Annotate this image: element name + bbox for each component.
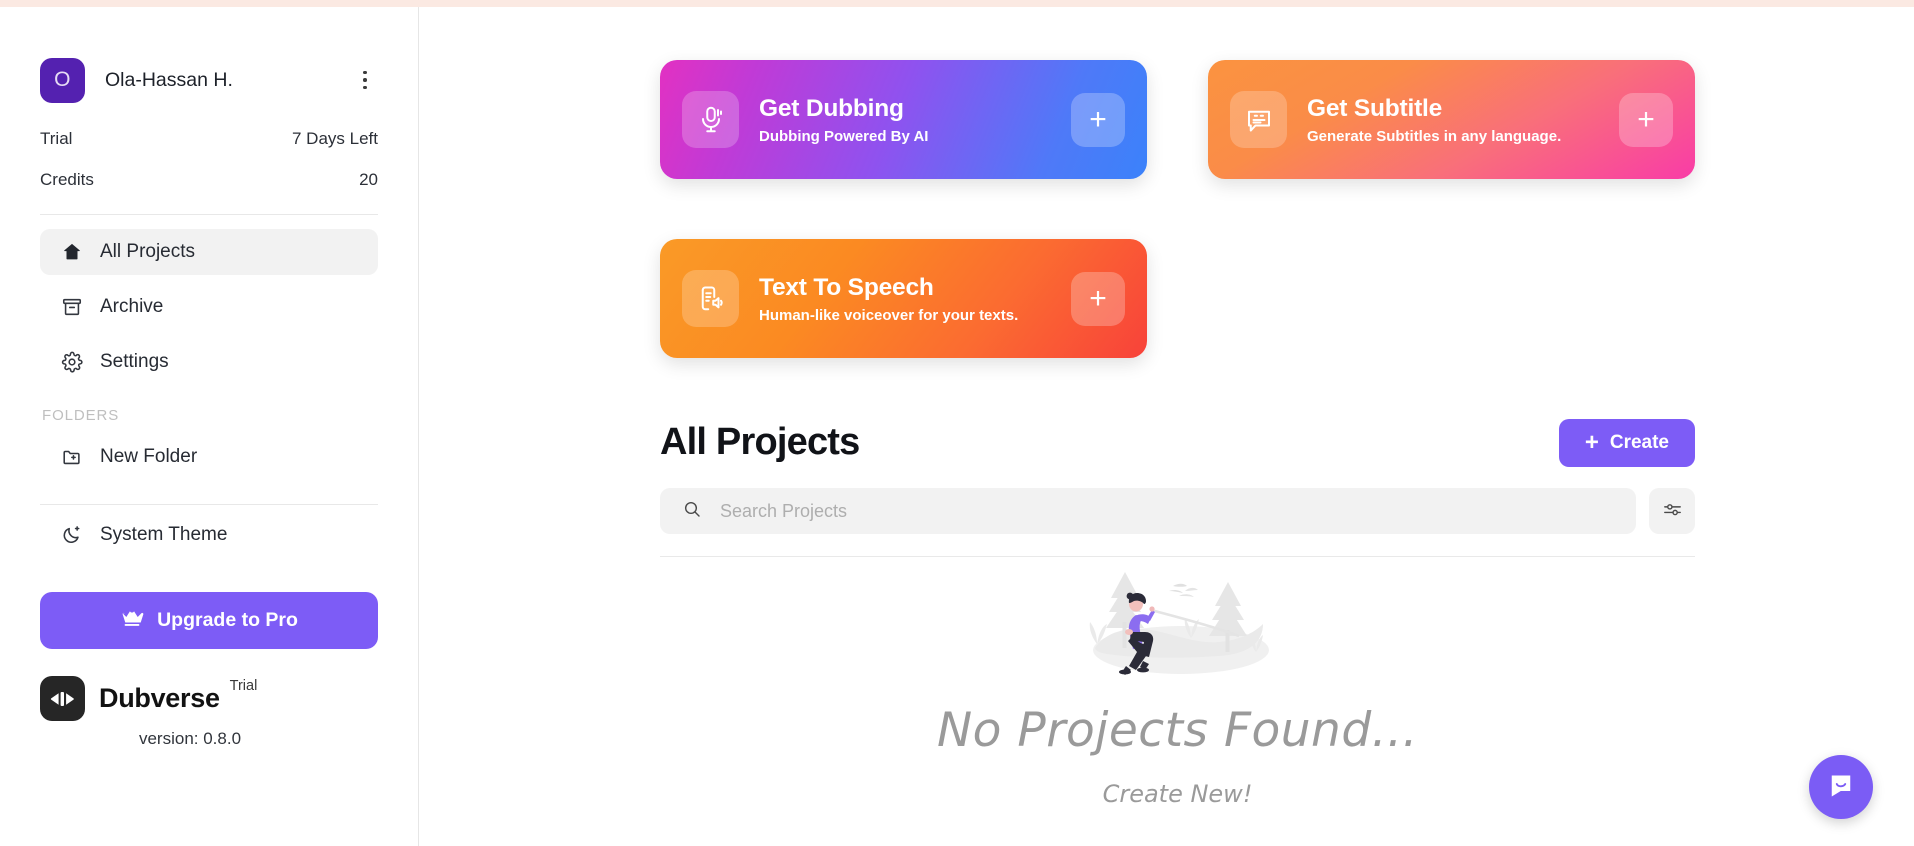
plan-label: Trial	[40, 129, 73, 148]
action-cards-row-2: Text To Speech Human-like voiceover for …	[660, 239, 1695, 358]
brand-trial-badge: Trial	[229, 678, 258, 694]
search-box[interactable]	[660, 488, 1636, 534]
intercom-chat-button[interactable]	[1809, 755, 1873, 819]
create-button-label: Create	[1609, 431, 1669, 453]
moon-icon	[60, 523, 84, 547]
search-row	[660, 488, 1695, 534]
brand-name: Dubverse	[99, 683, 220, 713]
empty-state-title: No Projects Found...	[937, 703, 1418, 758]
plan-row: Trial 7 Days Left	[40, 129, 378, 149]
person-on-swing-illustration	[1073, 560, 1283, 675]
get-dubbing-add-button[interactable]: +	[1071, 92, 1125, 147]
projects-header: All Projects + Create	[660, 415, 1695, 470]
main-content: Get Dubbing Dubbing Powered By AI + Get …	[419, 0, 1914, 846]
sidebar: O Ola-Hassan H. Trial 7 Days Left Credit…	[0, 0, 419, 846]
top-accent-strip	[0, 0, 1914, 7]
get-subtitle-card[interactable]: Get Subtitle Generate Subtitles in any l…	[1208, 60, 1695, 179]
intercom-chat-icon	[1826, 770, 1856, 805]
theme-label: System Theme	[100, 524, 228, 545]
text-to-speech-card[interactable]: Text To Speech Human-like voiceover for …	[660, 239, 1147, 358]
empty-state-subtitle: Create New!	[1102, 780, 1253, 808]
card-subtitle: Human-like voiceover for your texts.	[759, 306, 1019, 324]
avatar: O	[40, 57, 85, 103]
folder-plus-icon	[60, 445, 84, 469]
sidebar-item-archive[interactable]: Archive	[40, 284, 378, 330]
plus-icon: +	[1584, 428, 1599, 456]
credits-label: Credits	[40, 170, 94, 189]
closed-caption-bubble-icon	[1230, 91, 1287, 148]
document-speaker-icon	[682, 270, 739, 327]
credits-value: 20	[359, 170, 378, 189]
sidebar-item-new-folder[interactable]: New Folder	[40, 434, 378, 480]
profile-name: Ola-Hassan H.	[105, 68, 233, 91]
page-title: All Projects	[660, 421, 860, 463]
card-title: Text To Speech	[759, 273, 934, 301]
sidebar-item-label: Settings	[100, 351, 169, 372]
theme-toggle[interactable]: System Theme	[40, 513, 378, 557]
sidebar-item-label: New Folder	[100, 446, 198, 467]
folders-section-label: FOLDERS	[42, 407, 120, 424]
get-subtitle-add-button[interactable]: +	[1619, 92, 1673, 147]
text-to-speech-text: Text To Speech Human-like voiceover for …	[759, 274, 1071, 324]
action-cards-row-1: Get Dubbing Dubbing Powered By AI + Get …	[660, 60, 1695, 179]
sidebar-nav: All Projects Archive Settings FOLDERS Ne…	[40, 229, 378, 480]
create-button[interactable]: + Create	[1558, 418, 1695, 467]
brand-row: Dubverse Trial	[40, 676, 378, 721]
projects-section: All Projects + Create	[660, 415, 1695, 557]
credits-row: Credits 20	[40, 170, 378, 190]
search-icon	[682, 499, 702, 524]
upgrade-to-pro-button[interactable]: Upgrade to Pro	[40, 592, 378, 649]
kebab-menu-icon[interactable]	[352, 65, 378, 95]
home-icon	[60, 240, 84, 264]
upgrade-label: Upgrade to Pro	[157, 609, 298, 631]
get-dubbing-card[interactable]: Get Dubbing Dubbing Powered By AI +	[660, 60, 1147, 179]
get-subtitle-text: Get Subtitle Generate Subtitles in any l…	[1307, 95, 1619, 145]
action-cards: Get Dubbing Dubbing Powered By AI + Get …	[660, 60, 1695, 358]
card-title: Get Dubbing	[759, 94, 904, 122]
sidebar-item-settings[interactable]: Settings	[40, 339, 378, 385]
profile-row[interactable]: O Ola-Hassan H.	[40, 57, 378, 103]
sidebar-divider-top	[40, 214, 378, 215]
projects-divider	[660, 556, 1695, 557]
card-title: Get Subtitle	[1307, 94, 1443, 122]
crown-icon	[120, 608, 144, 633]
gear-icon	[60, 350, 84, 374]
search-input[interactable]	[720, 500, 1614, 522]
microphone-icon	[682, 91, 739, 148]
empty-state: No Projects Found... Create New!	[660, 560, 1695, 808]
app-root: O Ola-Hassan H. Trial 7 Days Left Credit…	[0, 0, 1914, 846]
sidebar-item-label: All Projects	[100, 241, 196, 262]
filter-button[interactable]	[1649, 488, 1695, 534]
sidebar-divider-bottom	[40, 504, 378, 505]
sidebar-item-all-projects[interactable]: All Projects	[40, 229, 378, 275]
get-dubbing-text: Get Dubbing Dubbing Powered By AI	[759, 95, 1071, 145]
text-to-speech-add-button[interactable]: +	[1071, 271, 1125, 326]
card-subtitle: Generate Subtitles in any language.	[1307, 127, 1562, 145]
sidebar-item-label: Archive	[100, 296, 164, 317]
dubverse-logo-icon	[40, 676, 85, 721]
brand-version: version: 0.8.0	[138, 729, 242, 748]
sliders-icon	[1662, 499, 1683, 523]
archive-icon	[60, 295, 84, 319]
card-subtitle: Dubbing Powered By AI	[759, 127, 929, 145]
plan-value: 7 Days Left	[292, 129, 378, 148]
